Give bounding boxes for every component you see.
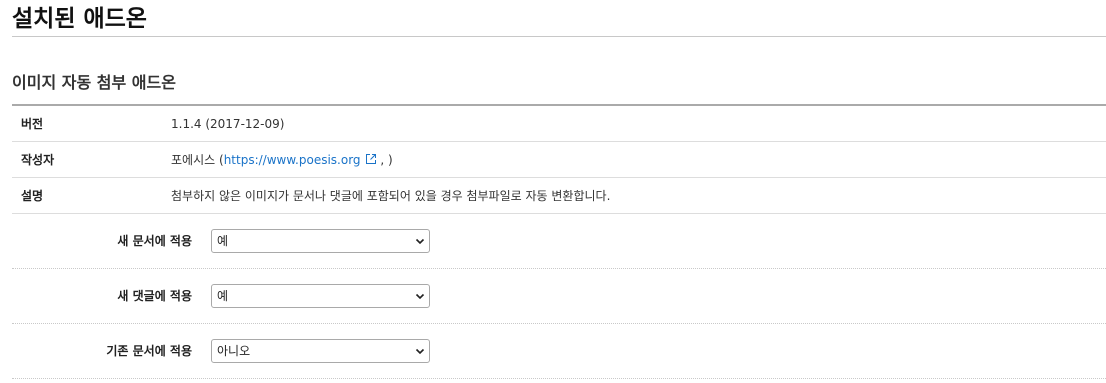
author-row: 작성자 포에시스 (https://www.poesis.org , ) xyxy=(12,141,1106,178)
author-value: 포에시스 (https://www.poesis.org , ) xyxy=(171,141,1106,178)
author-label: 작성자 xyxy=(12,141,171,178)
chevron-down-icon xyxy=(415,293,425,300)
version-row: 버전 1.1.4 (2017-12-09) xyxy=(12,105,1106,142)
select-value: 예 xyxy=(217,234,229,248)
setting-row-existing-document: 기존 문서에 적용 아니오 xyxy=(12,324,1106,379)
page-title: 설치된 애드온 xyxy=(12,0,1106,37)
setting-row-new-document: 새 문서에 적용 예 xyxy=(12,214,1106,269)
author-name: 포에시스 xyxy=(171,153,216,167)
setting-label: 새 문서에 적용 xyxy=(117,234,192,248)
setting-row-new-comment: 새 댓글에 적용 예 xyxy=(12,269,1106,324)
external-link-icon[interactable] xyxy=(365,153,377,165)
description-label: 설명 xyxy=(12,177,171,214)
addon-page: 설치된 애드온 이미지 자동 첨부 애드온 버전 1.1.4 (2017-12-… xyxy=(0,0,1106,379)
chevron-down-icon xyxy=(415,238,425,245)
version-value: 1.1.4 (2017-12-09) xyxy=(171,105,1106,142)
apply-existing-document-select[interactable]: 아니오 xyxy=(211,339,430,363)
select-value: 아니오 xyxy=(217,344,251,358)
chevron-down-icon xyxy=(415,348,425,355)
author-homepage-link[interactable]: https://www.poesis.org xyxy=(224,153,361,167)
apply-new-document-select[interactable]: 예 xyxy=(211,229,430,253)
description-row: 설명 첨부하지 않은 이미지가 문서나 댓글에 포함되어 있을 경우 첨부파일로… xyxy=(12,177,1106,214)
author-paren-close: , ) xyxy=(380,153,393,167)
description-value: 첨부하지 않은 이미지가 문서나 댓글에 포함되어 있을 경우 첨부파일로 자동… xyxy=(171,177,1106,214)
setting-label: 기존 문서에 적용 xyxy=(106,344,192,358)
setting-label: 새 댓글에 적용 xyxy=(117,289,192,303)
select-value: 예 xyxy=(217,289,229,303)
addon-name: 이미지 자동 첨부 애드온 xyxy=(12,73,176,92)
apply-new-comment-select[interactable]: 예 xyxy=(211,284,430,308)
version-label: 버전 xyxy=(12,105,171,142)
addon-info-table: 버전 1.1.4 (2017-12-09) 작성자 포에시스 (https://… xyxy=(12,104,1106,214)
